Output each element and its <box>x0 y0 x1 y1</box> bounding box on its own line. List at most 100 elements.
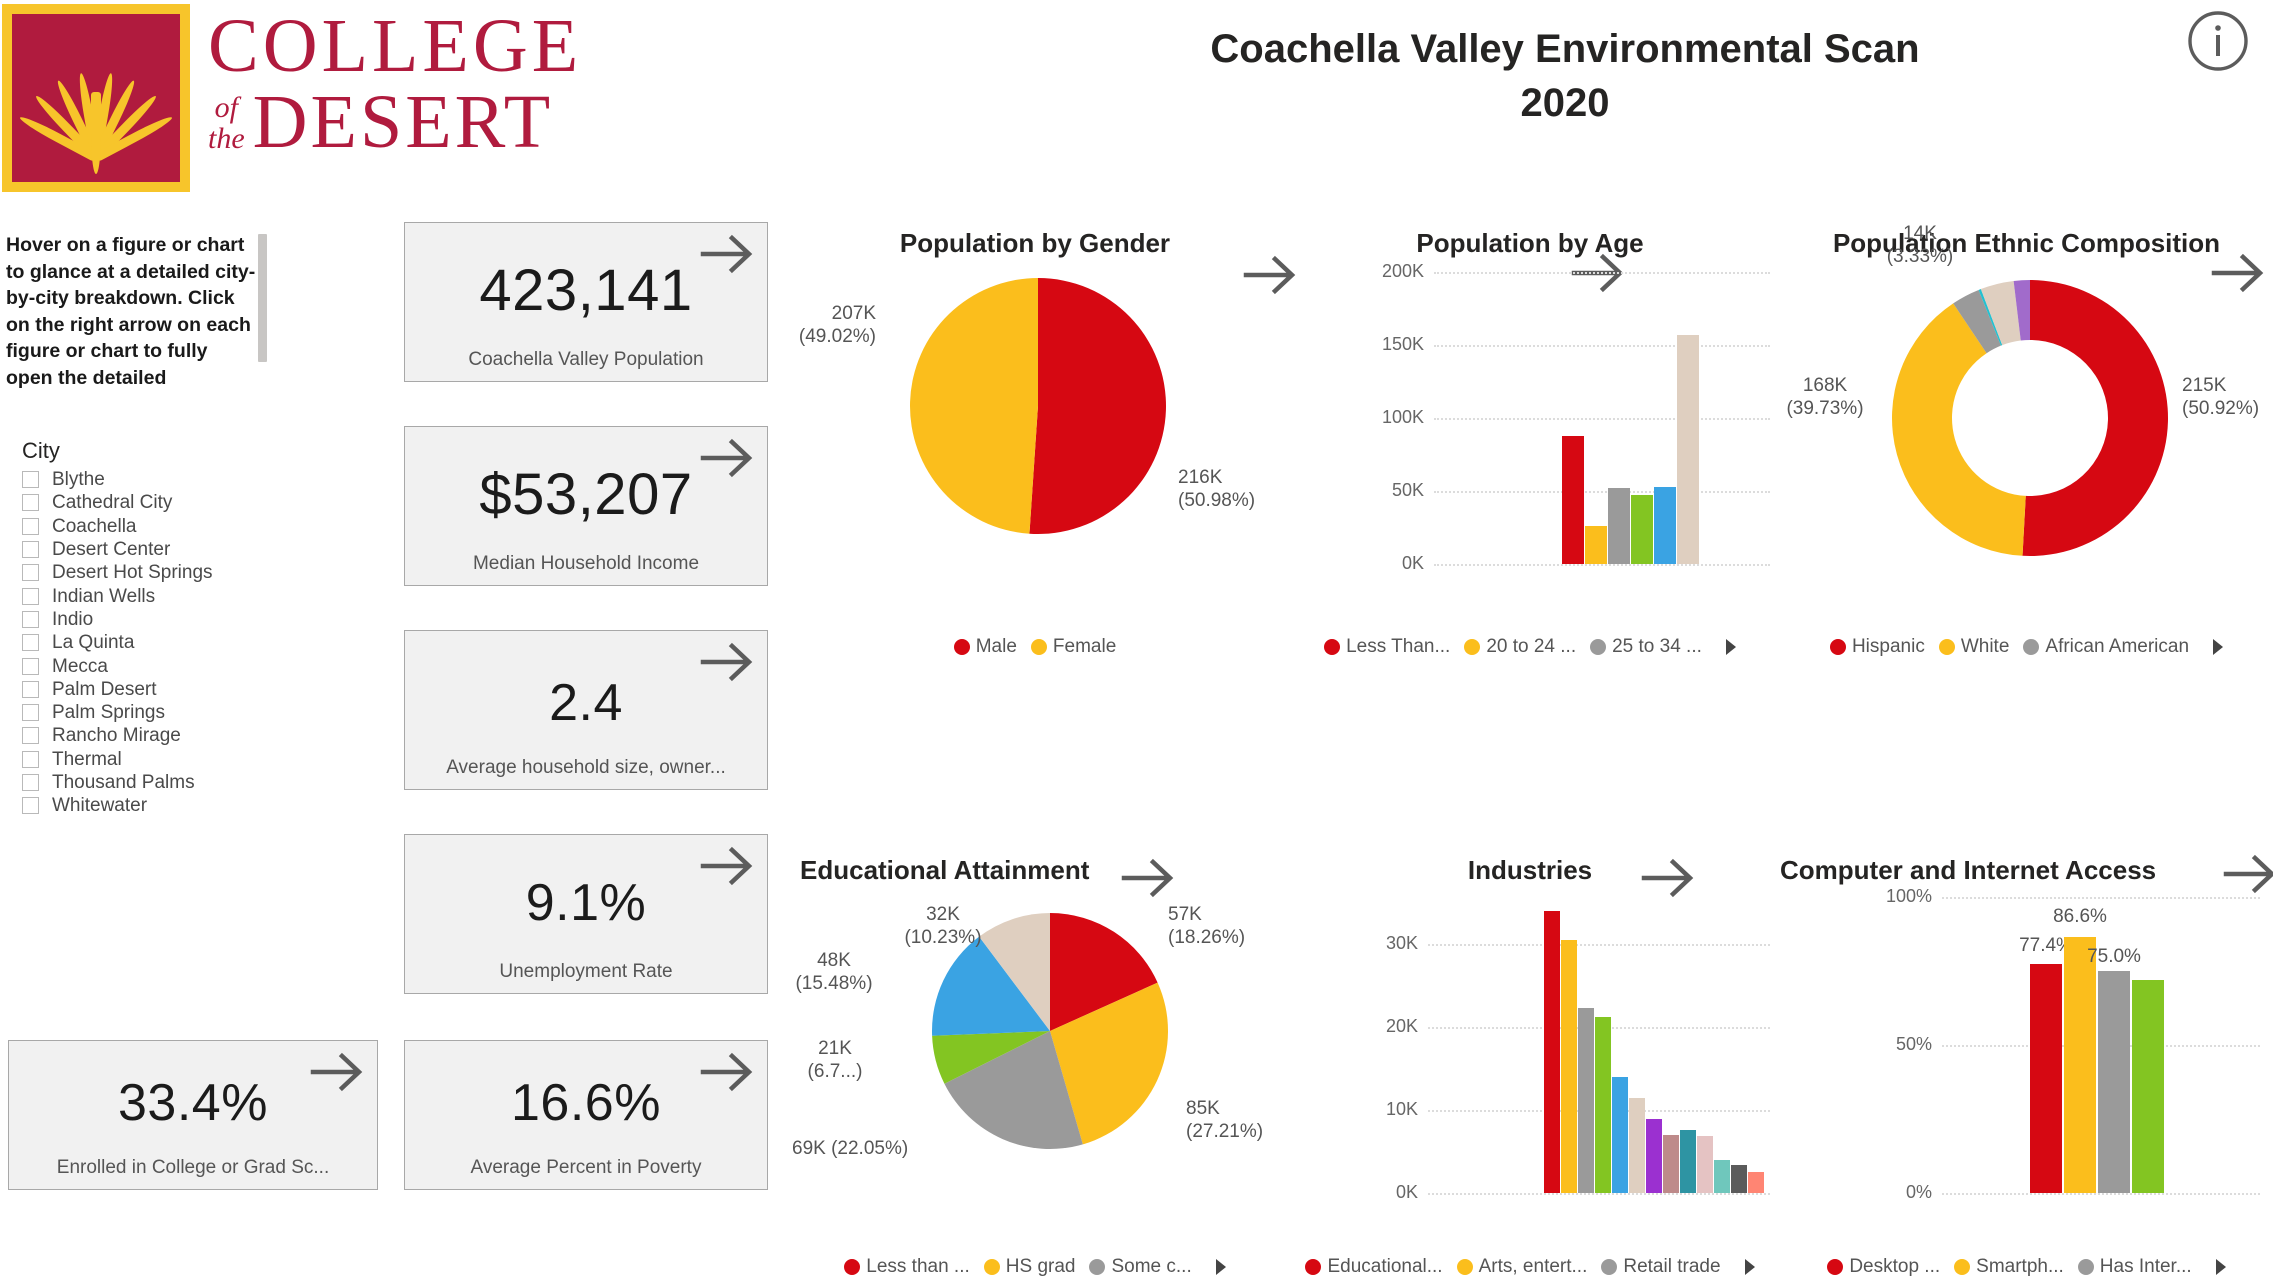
legend-item[interactable]: Less Than... <box>1324 636 1450 658</box>
city-list-item[interactable]: Rancho Mirage <box>8 724 258 747</box>
kpi-card-enrolled[interactable]: 33.4% Enrolled in College or Grad Sc... <box>8 1040 378 1190</box>
legend-next-arrow-icon[interactable] <box>1215 1259 1226 1275</box>
chart-population-by-gender[interactable]: Population by Gender 207K (49.02%) 216K (5… <box>790 228 1296 658</box>
chart-legend[interactable]: Less than ... HS grad Some c... <box>790 1256 1280 1278</box>
bar[interactable] <box>1680 1130 1696 1193</box>
legend-next-arrow-icon[interactable] <box>1744 1259 1755 1275</box>
city-checkbox[interactable] <box>22 750 39 768</box>
city-list-item[interactable]: Indian Wells <box>8 584 258 607</box>
city-checkbox[interactable] <box>22 494 39 512</box>
legend-next-arrow-icon[interactable] <box>1725 639 1736 655</box>
legend-next-arrow-icon[interactable] <box>2213 639 2224 655</box>
city-checkbox[interactable] <box>22 727 39 745</box>
legend-item[interactable]: Female <box>1030 636 1116 658</box>
city-list[interactable]: Blythe Cathedral City Coachella Desert Cent… <box>8 468 258 817</box>
drill-through-arrow-icon[interactable] <box>1120 851 1178 899</box>
bar[interactable] <box>2098 971 2130 1193</box>
drill-through-arrow-icon[interactable] <box>699 635 757 683</box>
kpi-card-household-size[interactable]: 2.4 Average household size, owner... <box>404 630 768 790</box>
drill-through-arrow-icon[interactable] <box>2222 847 2273 895</box>
kpi-card-median-income[interactable]: $53,207 Median Household Income <box>404 426 768 586</box>
chart-legend[interactable]: Less Than... 20 to 24 ... 25 to 34 ... <box>1280 636 1780 658</box>
legend-item[interactable]: 20 to 24 ... <box>1464 636 1576 658</box>
bar[interactable] <box>1646 1119 1662 1193</box>
bar[interactable] <box>1585 526 1607 564</box>
bar[interactable] <box>1544 911 1560 1193</box>
bar[interactable] <box>1629 1097 1645 1193</box>
city-list-item[interactable]: Thousand Palms <box>8 771 258 794</box>
bar[interactable] <box>2064 936 2096 1193</box>
drill-through-arrow-icon[interactable] <box>1640 851 1698 899</box>
chart-computer-internet-access[interactable]: Computer and Internet Access 100% 50% 0% 77… <box>1780 854 2273 1278</box>
donut-ethnic[interactable] <box>1890 278 2170 558</box>
drill-through-arrow-icon[interactable] <box>2210 246 2268 294</box>
city-checkbox[interactable] <box>22 587 39 605</box>
city-checkbox[interactable] <box>22 634 39 652</box>
bar[interactable] <box>1595 1016 1611 1193</box>
legend-item[interactable]: Male <box>953 636 1017 658</box>
city-list-item[interactable]: Whitewater <box>8 794 258 817</box>
bar[interactable] <box>1562 435 1584 564</box>
city-list-item[interactable]: Thermal <box>8 748 258 771</box>
chart-educational-attainment[interactable]: Educational Attainment 57K (18.26%) 85K (2… <box>790 855 1280 1278</box>
kpi-card-poverty[interactable]: 16.6% Average Percent in Poverty <box>404 1040 768 1190</box>
bar[interactable] <box>1612 1077 1628 1193</box>
chart-ethnic-composition[interactable]: Population Ethnic Composition 14K (3.33%)… <box>1780 223 2273 658</box>
bar[interactable] <box>2132 979 2164 1193</box>
city-list-item[interactable]: Palm Desert <box>8 678 258 701</box>
city-list-item[interactable]: Mecca <box>8 654 258 677</box>
city-checkbox[interactable] <box>22 680 39 698</box>
bar[interactable] <box>1748 1172 1764 1193</box>
pie-slice[interactable] <box>1029 278 1166 534</box>
city-list-item[interactable]: Palm Springs <box>8 701 258 724</box>
bar[interactable] <box>1663 1135 1679 1193</box>
bar[interactable] <box>1561 940 1577 1193</box>
bar[interactable] <box>1654 486 1676 564</box>
drill-through-arrow-icon[interactable] <box>699 431 757 479</box>
kpi-card-population[interactable]: 423,141 Coachella Valley Population <box>404 222 768 382</box>
drill-through-arrow-icon[interactable] <box>699 1045 757 1093</box>
bar[interactable] <box>1731 1164 1747 1193</box>
city-list-item[interactable]: Coachella <box>8 515 258 538</box>
legend-item[interactable]: Arts, entert... <box>1456 1256 1587 1278</box>
city-list-item[interactable]: Desert Hot Springs <box>8 561 258 584</box>
bar[interactable] <box>1608 488 1630 564</box>
bar[interactable] <box>2030 963 2062 1193</box>
legend-item[interactable]: HS grad <box>983 1256 1075 1278</box>
city-checkbox[interactable] <box>22 541 39 559</box>
legend-item[interactable]: Smartph... <box>1954 1256 2064 1278</box>
chart-legend[interactable]: Hispanic White African American <box>1780 636 2273 658</box>
chart-industries[interactable]: Industries 30K 20K 10K 0K Educational... Art… <box>1280 855 1780 1278</box>
city-list-item[interactable]: Indio <box>8 608 258 631</box>
instructions-scrollbar[interactable] <box>258 234 267 362</box>
drill-through-arrow-icon[interactable] <box>309 1045 367 1093</box>
chart-legend[interactable]: Male Female <box>790 636 1280 658</box>
bar[interactable] <box>1677 334 1699 564</box>
bar[interactable] <box>1714 1159 1730 1193</box>
chart-legend[interactable]: Desktop ... Smartph... Has Inter... <box>1780 1256 2273 1278</box>
city-checkbox[interactable] <box>22 774 39 791</box>
pie-gender[interactable] <box>908 276 1168 536</box>
legend-item[interactable]: Less than ... <box>844 1256 970 1278</box>
legend-item[interactable]: Some c... <box>1089 1256 1192 1278</box>
legend-item[interactable]: White <box>1938 636 2009 658</box>
bar[interactable] <box>1697 1135 1713 1193</box>
city-list-item[interactable]: Cathedral City <box>8 491 258 514</box>
legend-item[interactable]: Retail trade <box>1601 1256 1721 1278</box>
city-list-item[interactable]: Blythe <box>8 468 258 491</box>
city-checkbox[interactable] <box>22 610 39 628</box>
city-checkbox[interactable] <box>22 797 39 815</box>
city-checkbox[interactable] <box>22 517 39 535</box>
city-checkbox[interactable] <box>22 704 39 722</box>
legend-next-arrow-icon[interactable] <box>2215 1259 2226 1275</box>
pie-slice[interactable] <box>2022 280 2169 556</box>
legend-item[interactable]: African American <box>2023 636 2189 658</box>
pie-slice[interactable] <box>909 278 1038 534</box>
bar[interactable] <box>1631 495 1653 564</box>
legend-item[interactable]: Desktop ... <box>1827 1256 1940 1278</box>
legend-item[interactable]: 25 to 34 ... <box>1590 636 1702 658</box>
chart-legend[interactable]: Educational... Arts, entert... Retail trad… <box>1280 1256 1780 1278</box>
city-checkbox[interactable] <box>22 564 39 582</box>
legend-item[interactable]: Educational... <box>1305 1256 1443 1278</box>
legend-item[interactable]: Hispanic <box>1829 636 1925 658</box>
